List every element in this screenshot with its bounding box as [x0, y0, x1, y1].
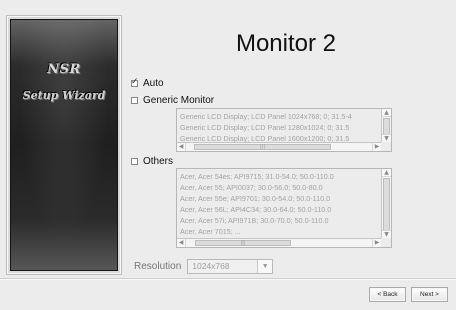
triangle-right-icon[interactable]: ▶	[372, 143, 381, 151]
auto-checkbox[interactable]	[131, 76, 139, 87]
triangle-down-icon[interactable]: ▼	[382, 134, 391, 142]
triangle-right-icon[interactable]: ▶	[372, 239, 381, 247]
resolution-row: Resolution 1024x768 ▼	[134, 259, 274, 274]
triangle-down-icon[interactable]: ▼	[382, 230, 391, 238]
generic-monitor-option[interactable]: Generic Monitor	[131, 93, 214, 107]
next-button[interactable]: Next >	[411, 287, 448, 302]
others-vertical-thumb[interactable]	[383, 178, 390, 232]
generic-vertical-scrollbar[interactable]: ▲ ▼	[381, 109, 391, 142]
main-content: Monitor 2 Auto Generic Monitor Generic L…	[128, 15, 444, 277]
generic-monitor-items: Generic LCD Display; LCD Panel 1024x768;…	[180, 111, 379, 142]
auto-label: Auto	[143, 77, 164, 89]
others-label: Others	[143, 155, 174, 167]
list-item[interactable]: Acer, Acer 55; API0037; 30.0-56.0; 50.0-…	[180, 182, 379, 193]
back-button[interactable]: < Back	[369, 287, 406, 302]
triangle-left-icon[interactable]: ◀	[177, 143, 186, 151]
resolution-value: 1024x768	[192, 261, 230, 271]
generic-monitor-label: Generic Monitor	[143, 94, 215, 106]
others-checkbox[interactable]	[131, 157, 138, 165]
list-item[interactable]: Generic LCD Display; LCD Panel 1024x768;…	[180, 111, 379, 122]
others-monitor-list[interactable]: Acer, Acer 54es; API9715; 31.0-54.0; 50.…	[176, 168, 392, 248]
sidebar-panel: NSR Setup Wizard	[10, 19, 118, 271]
others-option[interactable]: Others	[131, 154, 173, 168]
list-item[interactable]: Acer, Acer 54es; API9715; 31.0-54.0; 50.…	[180, 171, 379, 182]
list-item[interactable]: Generic LCD Display; LCD Panel 1280x1024…	[180, 122, 379, 133]
list-item[interactable]: Acer, Acer 57i; API971B; 30.0-70.0; 50.0…	[180, 215, 379, 226]
others-monitor-items: Acer, Acer 54es; API9715; 31.0-54.0; 50.…	[180, 171, 379, 238]
list-item[interactable]: Generic LCD Display; LCD Panel 1600x1200…	[180, 133, 379, 142]
scrollbar-corner	[381, 142, 391, 151]
setup-wizard-label: Setup Wizard	[22, 89, 106, 102]
others-vertical-scrollbar[interactable]: ▲ ▼	[381, 169, 391, 238]
brand-logo: NSR	[47, 62, 81, 77]
generic-monitor-checkbox[interactable]	[131, 96, 138, 104]
scrollbar-corner	[381, 238, 391, 247]
setup-wizard-window: NSR Setup Wizard Monitor 2 Auto Generic …	[0, 0, 456, 310]
others-horizontal-thumb[interactable]: |||	[195, 240, 291, 246]
wizard-footer: < Back Next >	[0, 278, 456, 310]
resolution-label: Resolution	[134, 261, 182, 272]
generic-vertical-thumb[interactable]	[383, 118, 390, 135]
page-title: Monitor 2	[235, 30, 337, 57]
triangle-up-icon[interactable]: ▲	[382, 169, 391, 177]
others-horizontal-scrollbar[interactable]: ◀ ||| ▶	[177, 238, 381, 247]
grip-icon: |||	[240, 240, 246, 246]
generic-horizontal-scrollbar[interactable]: ◀ ||| ▶	[177, 142, 381, 151]
triangle-down-icon[interactable]: ▼	[257, 260, 273, 273]
triangle-up-icon[interactable]: ▲	[382, 109, 391, 117]
generic-monitor-list[interactable]: Generic LCD Display; LCD Panel 1024x768;…	[176, 108, 392, 152]
list-item[interactable]: Acer, Acer 7015; ...	[180, 226, 379, 237]
list-item[interactable]: Acer, Acer 55e; API9701; 30.0-54.0; 50.0…	[180, 193, 379, 204]
generic-horizontal-thumb[interactable]: |||	[194, 144, 331, 150]
grip-icon: |||	[259, 144, 266, 150]
auto-option[interactable]: Auto	[131, 76, 164, 90]
triangle-left-icon[interactable]: ◀	[177, 239, 186, 247]
list-item[interactable]: Acer, Acer 56L; API4C34; 30.0-64.0; 50.0…	[180, 204, 379, 215]
sidebar-frame: NSR Setup Wizard	[6, 15, 122, 275]
resolution-select[interactable]: 1024x768 ▼	[187, 259, 274, 274]
